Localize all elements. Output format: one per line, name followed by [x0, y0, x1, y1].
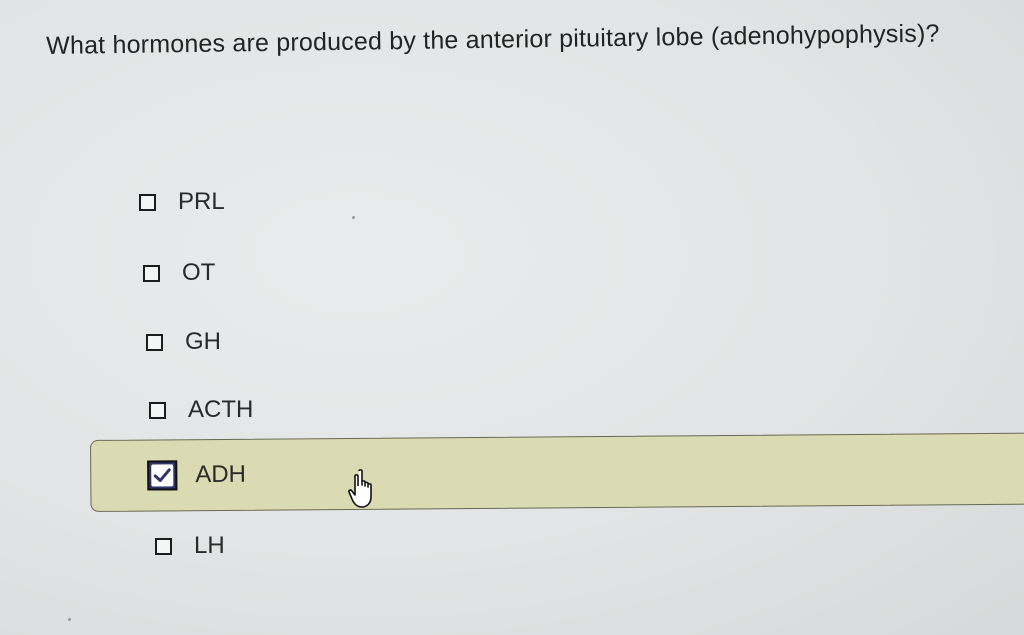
checkbox-lh[interactable] — [155, 537, 172, 555]
option-label-acth: ACTH — [188, 396, 254, 423]
option-label-gh: GH — [185, 328, 221, 355]
option-gh[interactable]: GH — [146, 328, 221, 356]
option-label-prl: PRL — [178, 188, 225, 215]
checkbox-gh[interactable] — [146, 333, 163, 351]
option-label-adh: ADH — [195, 460, 247, 489]
checkbox-prl[interactable] — [139, 193, 156, 211]
option-prl[interactable]: PRL — [139, 188, 225, 216]
checkbox-acth[interactable] — [149, 401, 166, 419]
screen-speck — [352, 216, 355, 219]
checkbox-adh-checked[interactable] — [147, 460, 178, 491]
option-label-lh: LH — [194, 532, 225, 559]
checkbox-ot[interactable] — [143, 264, 160, 282]
screen-speck — [68, 618, 71, 621]
option-label-ot: OT — [182, 259, 216, 286]
option-acth[interactable]: ACTH — [149, 396, 253, 424]
hand-pointer-icon — [347, 468, 381, 515]
option-adh[interactable]: ADH — [90, 432, 1024, 512]
check-icon — [151, 464, 174, 487]
option-lh[interactable]: LH — [155, 532, 225, 560]
option-ot[interactable]: OT — [143, 259, 215, 287]
answer-options: PRL OT GH ACTH ADH LH — [0, 0, 1024, 635]
